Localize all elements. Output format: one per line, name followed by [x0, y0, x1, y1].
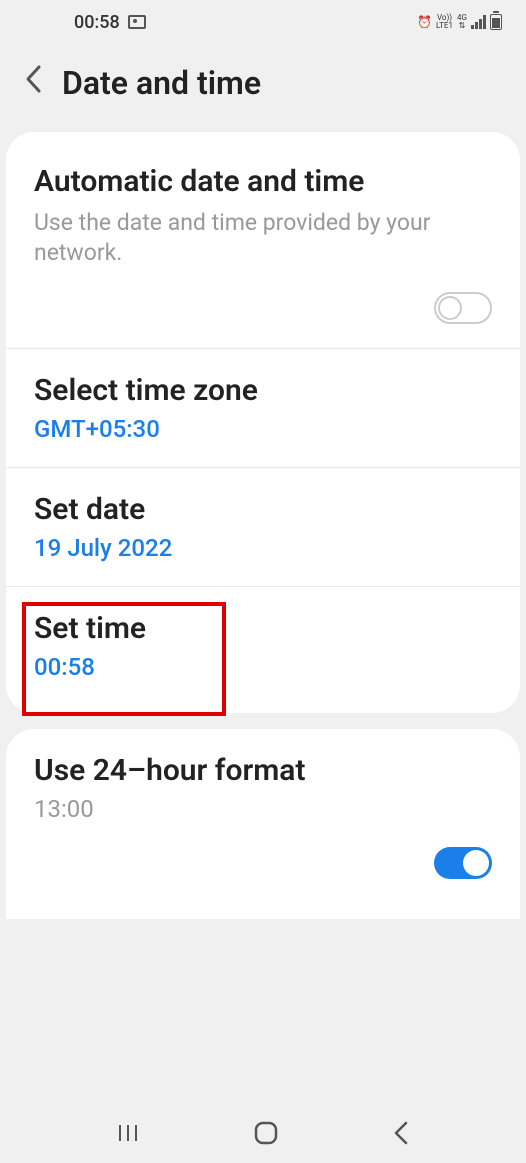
network-label: Vo)) LTE1	[436, 14, 453, 30]
setting-timezone[interactable]: Select time zone GMT+05:30	[6, 349, 520, 468]
picture-icon	[128, 15, 146, 29]
format-24h-example: 13:00	[34, 795, 492, 823]
status-time: 00:58	[74, 12, 120, 33]
network-4g: 4G ⇅	[457, 14, 467, 30]
signal-icon	[471, 15, 486, 29]
setting-24h-format[interactable]: Use 24–hour format 13:00	[34, 753, 492, 879]
settings-card-1: Automatic date and time Use the date and…	[6, 132, 520, 713]
format-24h-title: Use 24–hour format	[34, 753, 492, 789]
setting-auto-datetime[interactable]: Automatic date and time Use the date and…	[6, 132, 520, 349]
recents-icon[interactable]	[116, 1121, 140, 1145]
auto-datetime-toggle[interactable]	[434, 292, 492, 324]
page-title: Date and time	[62, 64, 261, 102]
auto-datetime-title: Automatic date and time	[34, 164, 492, 200]
set-date-title: Set date	[34, 492, 492, 528]
format-24h-toggle[interactable]	[434, 847, 492, 879]
back-icon[interactable]	[24, 64, 42, 102]
nav-bar	[0, 1103, 526, 1163]
timezone-title: Select time zone	[34, 373, 492, 409]
battery-icon	[490, 14, 502, 30]
back-nav-icon[interactable]	[392, 1120, 410, 1146]
alarm-icon: ⏰	[417, 15, 432, 29]
status-bar: 00:58 ⏰ Vo)) LTE1 4G ⇅	[0, 0, 526, 44]
header: Date and time	[0, 44, 526, 132]
timezone-value: GMT+05:30	[34, 415, 492, 443]
home-icon[interactable]	[253, 1120, 279, 1146]
set-time-value: 00:58	[34, 653, 492, 681]
settings-card-2: Use 24–hour format 13:00	[6, 729, 520, 919]
status-right: ⏰ Vo)) LTE1 4G ⇅	[417, 14, 502, 30]
set-date-value: 19 July 2022	[34, 534, 492, 562]
setting-set-time[interactable]: Set time 00:58	[6, 587, 520, 713]
set-time-title: Set time	[34, 611, 492, 647]
setting-set-date[interactable]: Set date 19 July 2022	[6, 468, 520, 587]
status-left: 00:58	[24, 12, 146, 33]
auto-datetime-desc: Use the date and time provided by your n…	[34, 208, 492, 268]
